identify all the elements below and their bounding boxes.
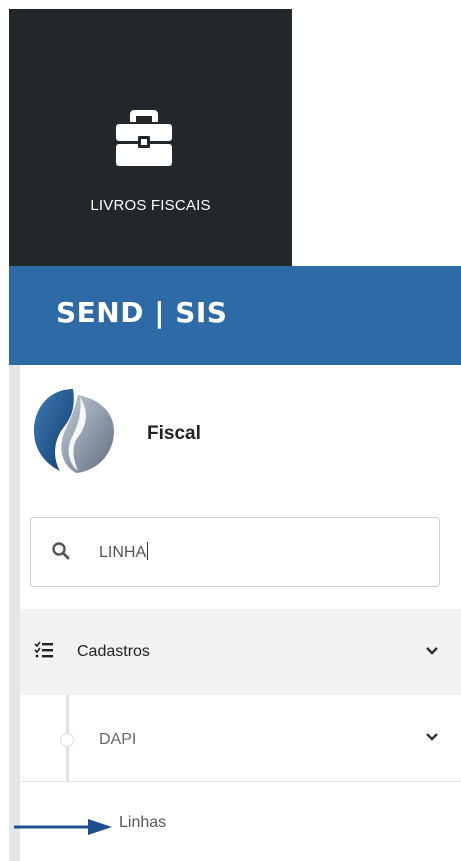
- sidebar-item-dapi[interactable]: DAPI: [20, 695, 461, 782]
- checklist-icon: [34, 641, 53, 658]
- linhas-label: Linhas: [119, 814, 167, 831]
- company-logo: [34, 389, 114, 473]
- chevron-down-icon[interactable]: [425, 646, 439, 656]
- cadastros-label: Cadastros: [77, 643, 150, 660]
- search-value[interactable]: LINHA: [99, 542, 149, 562]
- brand-title: SEND | SIS: [56, 296, 228, 329]
- tree-node: [60, 733, 74, 747]
- briefcase-icon: [116, 110, 172, 166]
- module-name: Fiscal: [147, 423, 201, 444]
- brand-header: SEND | SIS: [9, 266, 461, 365]
- livros-fiscais-tile[interactable]: LIVROS FISCAIS: [9, 9, 292, 266]
- dapi-label: DAPI: [99, 731, 137, 748]
- search-input[interactable]: LINHA: [30, 517, 440, 587]
- sidebar-panel: SEND | SIS Fiscal LINHA Cadastros DAPI L…: [9, 266, 461, 861]
- search-icon: [52, 542, 70, 560]
- text-caret: [147, 542, 149, 560]
- sidebar-item-cadastros[interactable]: Cadastros: [20, 609, 461, 695]
- chevron-down-icon[interactable]: [425, 732, 439, 742]
- tile-label: LIVROS FISCAIS: [90, 197, 211, 214]
- left-rail: [9, 365, 20, 861]
- arrow-right-icon: [14, 819, 112, 835]
